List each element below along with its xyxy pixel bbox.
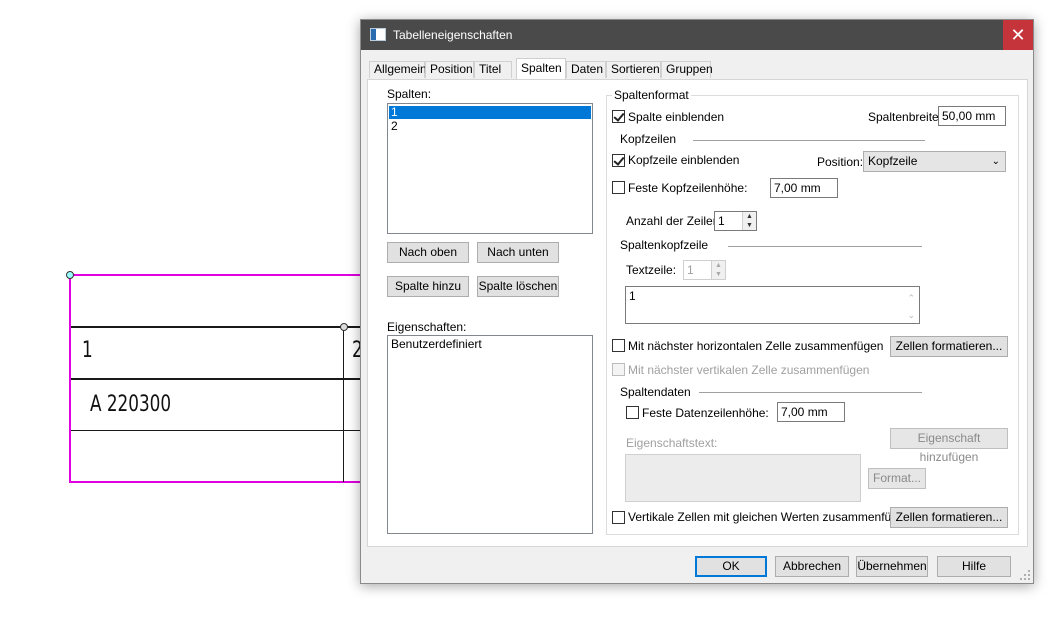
position-select[interactable]: Kopfzeile ⌄ [863, 151, 1006, 172]
table-line-row2 [71, 378, 361, 380]
app-icon [370, 28, 386, 41]
tab-allgemein[interactable]: Allgemein [369, 61, 427, 78]
column-width-field[interactable]: 50,00 mm [938, 106, 1006, 126]
close-button[interactable]: ✕ [1003, 20, 1033, 50]
position-label: Position: [817, 155, 864, 169]
tab-spalten[interactable]: Spalten [516, 58, 566, 79]
fixed-data-height-checkbox[interactable] [626, 406, 639, 419]
help-button[interactable]: Hilfe [937, 556, 1011, 577]
tab-sortieren[interactable]: Sortieren [606, 61, 661, 78]
column-format-group-title: Spaltenformat [612, 88, 691, 102]
close-icon: ✕ [1010, 25, 1026, 45]
delete-column-button[interactable]: Spalte löschen [477, 276, 559, 297]
property-text-area[interactable] [625, 454, 861, 502]
format-cells-button[interactable]: Zellen formatieren... [890, 336, 1008, 357]
ok-button[interactable]: OK [695, 556, 767, 577]
list-item-column-2[interactable]: 2 [389, 120, 591, 133]
header-text-area[interactable]: 1 ⌃ ⌄ [625, 286, 920, 324]
resize-grip-icon[interactable] [1020, 570, 1030, 580]
tab-titel[interactable]: Titel [474, 61, 512, 78]
vertical-same-values-label: Vertikale Zellen mit gleichen Werten zus… [628, 510, 912, 524]
header-section-divider [693, 140, 925, 141]
fixed-header-height-label: Feste Kopfzeilenhöhe: [628, 181, 748, 195]
rows-count-spinner[interactable]: 1 ▲ ▼ [714, 211, 757, 231]
table-cell-text: 1 [82, 338, 93, 363]
merge-vertical-label: Mit nächster vertikalen Zelle zusammenfü… [628, 363, 870, 377]
columns-listbox[interactable]: 1 2 [387, 103, 593, 234]
show-column-checkbox[interactable] [612, 110, 625, 123]
column-header-section-divider [728, 246, 922, 247]
tab-daten[interactable]: Daten [566, 61, 606, 78]
scroll-down-icon: ⌄ [907, 310, 915, 320]
column-width-label: Spaltenbreite: [868, 110, 943, 124]
position-select-value: Kopfzeile [868, 154, 918, 168]
table-line-column [343, 327, 344, 482]
move-up-button[interactable]: Nach oben [387, 242, 469, 263]
tab-panel-spalten: Spalten: 1 2 Nach oben Nach unten Spalte… [367, 79, 1028, 547]
column-header-section-label: Spaltenkopfzeile [620, 238, 709, 252]
header-section-label: Kopfzeilen [620, 132, 677, 146]
fixed-header-height-field[interactable]: 7,00 mm [770, 178, 838, 198]
dialog-title: Tabelleneigenschaften [393, 28, 513, 42]
show-header-checkbox[interactable] [612, 154, 625, 167]
cancel-button[interactable]: Abbrechen [775, 556, 849, 577]
grip-handle-corner[interactable] [66, 271, 74, 279]
textline-value: 1 [687, 263, 694, 277]
tab-position[interactable]: Position [425, 61, 474, 78]
merge-horizontal-checkbox[interactable] [612, 339, 625, 352]
merge-vertical-checkbox[interactable] [612, 363, 625, 376]
add-column-button[interactable]: Spalte hinzu [387, 276, 469, 297]
rows-count-label: Anzahl der Zeilen: [626, 214, 723, 228]
textline-label: Textzeile: [626, 263, 677, 277]
table-line-row1 [71, 326, 361, 328]
fixed-data-height-label: Feste Datenzeilenhöhe: [642, 406, 769, 420]
selection-outline-bottom [69, 481, 361, 483]
textline-spinner[interactable]: 1 ▲ ▼ [683, 260, 726, 280]
header-text-value: 1 [629, 289, 636, 303]
spin-arrows-icon[interactable]: ▲ ▼ [711, 261, 725, 279]
table-cell-text: A 220300 [90, 392, 172, 417]
rows-count-value: 1 [718, 214, 725, 228]
add-property-button[interactable]: Eigenschaft hinzufügen [890, 428, 1008, 464]
fixed-header-height-checkbox[interactable] [612, 181, 625, 194]
merge-horizontal-label: Mit nächster horizontalen Zelle zusammen… [628, 339, 884, 353]
dialog-titlebar[interactable]: Tabelleneigenschaften ✕ [361, 20, 1033, 50]
list-item-property[interactable]: Benutzerdefiniert [389, 338, 591, 351]
properties-listbox[interactable]: Benutzerdefiniert [387, 335, 593, 534]
spin-arrows-icon[interactable]: ▲ ▼ [742, 212, 756, 230]
column-data-section-divider [699, 392, 922, 393]
fixed-data-height-field[interactable]: 7,00 mm [777, 402, 845, 422]
vertical-same-values-checkbox[interactable] [612, 511, 625, 524]
format-button[interactable]: Format... [868, 468, 926, 489]
apply-button[interactable]: Übernehmen [856, 556, 928, 577]
tab-gruppen[interactable]: Gruppen [661, 61, 713, 78]
list-item-column-1[interactable]: 1 [389, 106, 591, 119]
scroll-up-icon: ⌃ [907, 293, 915, 303]
column-data-section-label: Spaltendaten [620, 385, 691, 399]
selection-outline-top [69, 274, 361, 276]
chevron-down-icon: ⌄ [991, 156, 1000, 167]
move-down-button[interactable]: Nach unten [477, 242, 559, 263]
table-properties-dialog: Tabelleneigenschaften ✕ Allgemein Positi… [360, 19, 1034, 584]
format-cells-button-2[interactable]: Zellen formatieren... [890, 507, 1008, 528]
table-line-row3 [71, 430, 361, 431]
grip-handle-column[interactable] [340, 323, 348, 331]
columns-label: Spalten: [387, 87, 432, 101]
show-column-label: Spalte einblenden [628, 110, 725, 124]
property-text-label: Eigenschaftstext: [626, 436, 718, 450]
show-header-label: Kopfzeile einblenden [628, 153, 740, 167]
properties-label: Eigenschaften: [387, 320, 467, 334]
